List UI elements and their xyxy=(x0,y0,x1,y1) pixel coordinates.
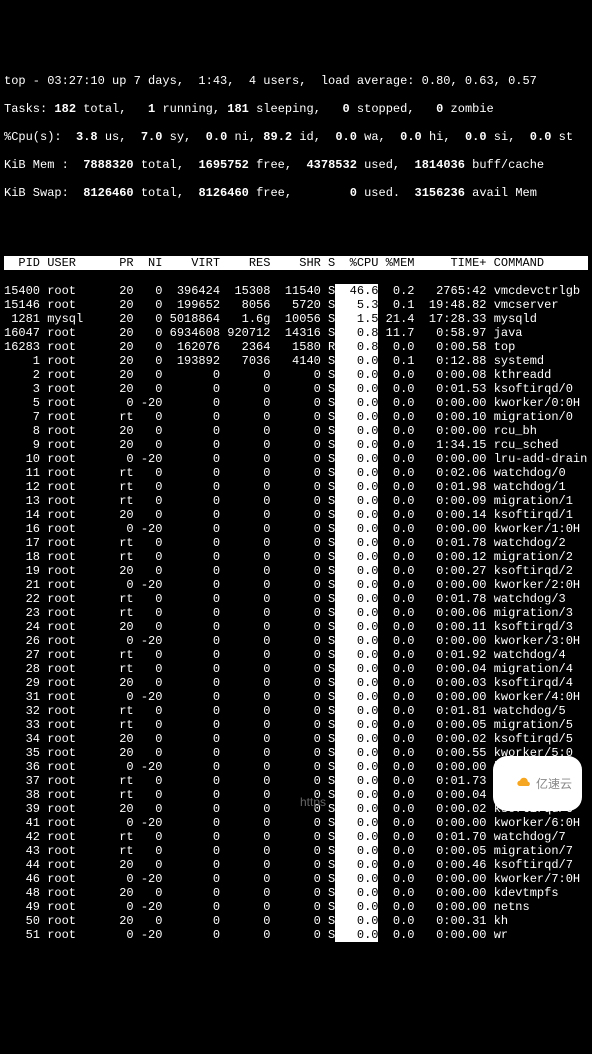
process-row[interactable]: 15400 root 20 0 396424 15308 11540 S 46.… xyxy=(4,284,588,298)
column-header: PID USER PR NI VIRT RES SHR S %CPU %MEM … xyxy=(4,256,588,270)
process-row[interactable]: 11 root rt 0 0 0 0 S 0.0 0.0 0:02.06 wat… xyxy=(4,466,588,480)
process-row[interactable]: 13 root rt 0 0 0 0 S 0.0 0.0 0:00.09 mig… xyxy=(4,494,588,508)
process-row[interactable]: 18 root rt 0 0 0 0 S 0.0 0.0 0:00.12 mig… xyxy=(4,550,588,564)
process-row[interactable]: 42 root rt 0 0 0 0 S 0.0 0.0 0:01.70 wat… xyxy=(4,830,588,844)
process-row[interactable]: 43 root rt 0 0 0 0 S 0.0 0.0 0:00.05 mig… xyxy=(4,844,588,858)
process-row[interactable]: 33 root rt 0 0 0 0 S 0.0 0.0 0:00.05 mig… xyxy=(4,718,588,732)
process-row[interactable]: 19 root 20 0 0 0 0 S 0.0 0.0 0:00.27 kso… xyxy=(4,564,588,578)
watermark-badge: 亿速云 xyxy=(493,756,582,811)
process-row[interactable]: 16 root 0 -20 0 0 0 S 0.0 0.0 0:00.00 kw… xyxy=(4,522,588,536)
process-row[interactable]: 32 root rt 0 0 0 0 S 0.0 0.0 0:01.81 wat… xyxy=(4,704,588,718)
process-row[interactable]: 49 root 0 -20 0 0 0 S 0.0 0.0 0:00.00 ne… xyxy=(4,900,588,914)
process-row[interactable]: 17 root rt 0 0 0 0 S 0.0 0.0 0:01.78 wat… xyxy=(4,536,588,550)
tasks-line: Tasks: 182 total, 1 running, 181 sleepin… xyxy=(4,102,588,116)
cloud-icon xyxy=(503,760,532,807)
process-row[interactable]: 29 root 20 0 0 0 0 S 0.0 0.0 0:00.03 kso… xyxy=(4,676,588,690)
process-row[interactable]: 10 root 0 -20 0 0 0 S 0.0 0.0 0:00.00 lr… xyxy=(4,452,588,466)
process-row[interactable]: 21 root 0 -20 0 0 0 S 0.0 0.0 0:00.00 kw… xyxy=(4,578,588,592)
process-row[interactable]: 3 root 20 0 0 0 0 S 0.0 0.0 0:01.53 ksof… xyxy=(4,382,588,396)
process-row[interactable]: 48 root 20 0 0 0 0 S 0.0 0.0 0:00.00 kde… xyxy=(4,886,588,900)
process-row[interactable]: 26 root 0 -20 0 0 0 S 0.0 0.0 0:00.00 kw… xyxy=(4,634,588,648)
process-row[interactable]: 28 root rt 0 0 0 0 S 0.0 0.0 0:00.04 mig… xyxy=(4,662,588,676)
process-row[interactable]: 24 root 20 0 0 0 0 S 0.0 0.0 0:00.11 kso… xyxy=(4,620,588,634)
process-row[interactable]: 16283 root 20 0 162076 2364 1580 R 0.8 0… xyxy=(4,340,588,354)
process-row[interactable]: 46 root 0 -20 0 0 0 S 0.0 0.0 0:00.00 kw… xyxy=(4,872,588,886)
process-row[interactable]: 8 root 20 0 0 0 0 S 0.0 0.0 0:00.00 rcu_… xyxy=(4,424,588,438)
process-row[interactable]: 12 root rt 0 0 0 0 S 0.0 0.0 0:01.98 wat… xyxy=(4,480,588,494)
process-row[interactable]: 27 root rt 0 0 0 0 S 0.0 0.0 0:01.92 wat… xyxy=(4,648,588,662)
process-row[interactable]: 44 root 20 0 0 0 0 S 0.0 0.0 0:00.46 kso… xyxy=(4,858,588,872)
process-row[interactable]: 22 root rt 0 0 0 0 S 0.0 0.0 0:01.78 wat… xyxy=(4,592,588,606)
process-row[interactable]: 23 root rt 0 0 0 0 S 0.0 0.0 0:00.06 mig… xyxy=(4,606,588,620)
process-row[interactable]: 1 root 20 0 193892 7036 4140 S 0.0 0.1 0… xyxy=(4,354,588,368)
process-row[interactable]: 14 root 20 0 0 0 0 S 0.0 0.0 0:00.14 kso… xyxy=(4,508,588,522)
process-row[interactable]: 34 root 20 0 0 0 0 S 0.0 0.0 0:00.02 kso… xyxy=(4,732,588,746)
process-row[interactable]: 1281 mysql 20 0 5018864 1.6g 10056 S 1.5… xyxy=(4,312,588,326)
process-list[interactable]: 15400 root 20 0 396424 15308 11540 S 46.… xyxy=(4,284,588,942)
mem-line: KiB Mem : 7888320 total, 1695752 free, 4… xyxy=(4,158,588,172)
watermark-text: 亿速云 xyxy=(536,777,572,791)
process-row[interactable]: 15146 root 20 0 199652 8056 5720 S 5.3 0… xyxy=(4,298,588,312)
process-row[interactable]: 2 root 20 0 0 0 0 S 0.0 0.0 0:00.08 kthr… xyxy=(4,368,588,382)
process-row[interactable]: 50 root 20 0 0 0 0 S 0.0 0.0 0:00.31 kh xyxy=(4,914,588,928)
swap-line: KiB Swap: 8126460 total, 8126460 free, 0… xyxy=(4,186,588,200)
process-row[interactable]: 5 root 0 -20 0 0 0 S 0.0 0.0 0:00.00 kwo… xyxy=(4,396,588,410)
process-row[interactable]: 16047 root 20 0 6934608 920712 14316 S 0… xyxy=(4,326,588,340)
uptime-line: top - 03:27:10 up 7 days, 1:43, 4 users,… xyxy=(4,74,588,88)
process-row[interactable]: 31 root 0 -20 0 0 0 S 0.0 0.0 0:00.00 kw… xyxy=(4,690,588,704)
faded-url-text: https xyxy=(300,795,326,809)
top-summary: top - 03:27:10 up 7 days, 1:43, 4 users,… xyxy=(4,60,588,214)
cpu-line: %Cpu(s): 3.8 us, 7.0 sy, 0.0 ni, 89.2 id… xyxy=(4,130,588,144)
process-row[interactable]: 51 root 0 -20 0 0 0 S 0.0 0.0 0:00.00 wr xyxy=(4,928,588,942)
process-row[interactable]: 9 root 20 0 0 0 0 S 0.0 0.0 1:34.15 rcu_… xyxy=(4,438,588,452)
process-row[interactable]: 7 root rt 0 0 0 0 S 0.0 0.0 0:00.10 migr… xyxy=(4,410,588,424)
process-row[interactable]: 41 root 0 -20 0 0 0 S 0.0 0.0 0:00.00 kw… xyxy=(4,816,588,830)
